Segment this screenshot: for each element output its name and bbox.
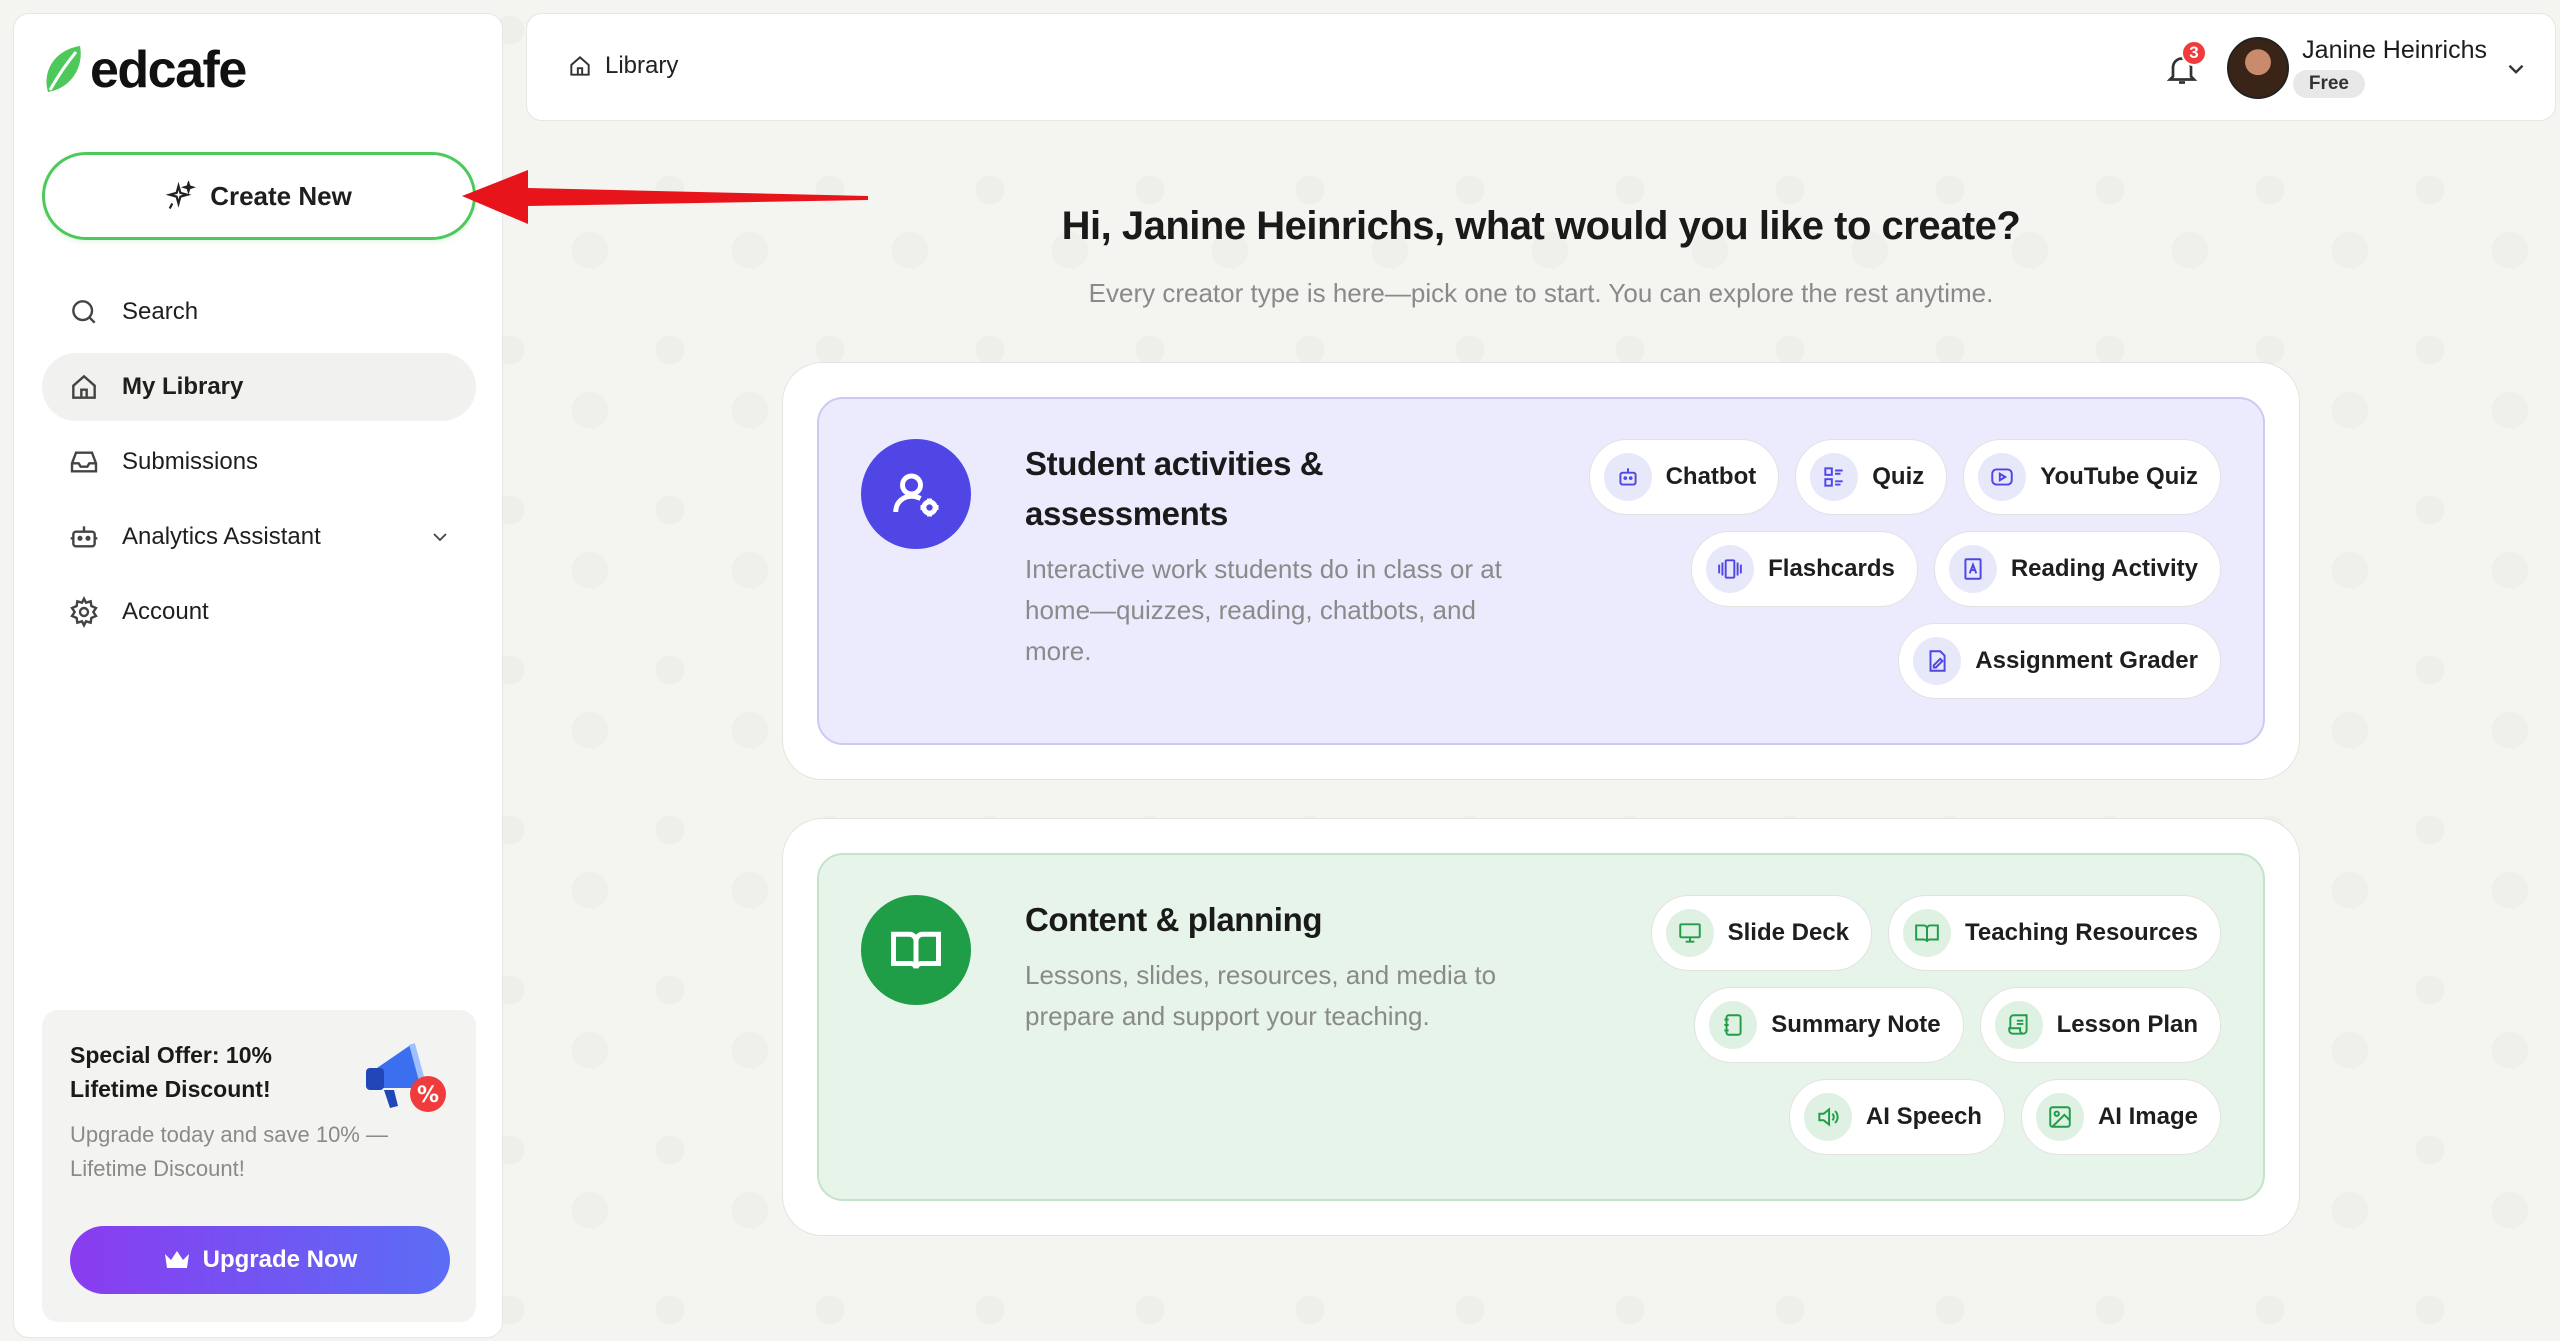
card-title: Content & planning bbox=[1025, 901, 1323, 938]
chevron-down-icon[interactable] bbox=[428, 525, 452, 549]
scroll-icon bbox=[2007, 1014, 2028, 1035]
breadcrumb[interactable]: Library bbox=[567, 52, 678, 80]
sidebar-item-label: My Library bbox=[122, 373, 244, 400]
create-new-button[interactable]: Create New bbox=[42, 152, 476, 240]
search-icon bbox=[72, 300, 96, 324]
home-icon bbox=[72, 374, 96, 399]
sidebar-item-search[interactable]: Search bbox=[42, 278, 476, 346]
open-book-icon bbox=[861, 895, 971, 1005]
chip-label: Summary Note bbox=[1771, 1011, 1941, 1038]
sidebar-nav: Search My Library Submissions Analytics … bbox=[42, 278, 476, 653]
user-name: Janine Heinrichs bbox=[2302, 36, 2487, 64]
summary-note-chip[interactable]: Summary Note bbox=[1694, 987, 1964, 1063]
sidebar-item-label: Submissions bbox=[122, 448, 259, 475]
inbox-icon bbox=[70, 451, 98, 473]
cards-icon bbox=[1718, 559, 1742, 579]
chip-group: Slide Deck Teaching Resources Summary No… bbox=[1501, 895, 2221, 1155]
video-play-icon bbox=[1991, 468, 2013, 486]
assignment-grader-chip[interactable]: Assignment Grader bbox=[1898, 623, 2221, 699]
breadcrumb-label: Library bbox=[605, 52, 679, 79]
ai-image-chip[interactable]: AI Image bbox=[2020, 1079, 2221, 1155]
chip-label: Slide Deck bbox=[1727, 919, 1850, 946]
notifications-button[interactable]: 3 bbox=[2157, 40, 2207, 94]
home-icon bbox=[570, 56, 590, 76]
notification-count-badge: 3 bbox=[2181, 40, 2207, 66]
sidebar-item-label: Search bbox=[122, 298, 199, 325]
card-title: Student activities & assessments bbox=[1025, 445, 1324, 532]
chip-label: Assignment Grader bbox=[1975, 647, 2198, 674]
sidebar: edcafe Create New Search My Library Subm… bbox=[13, 13, 503, 1338]
robot-icon bbox=[1619, 468, 1637, 486]
image-icon bbox=[2049, 1106, 2071, 1128]
chip-group: Chatbot Quiz YouTube Quiz Flashcards Rea… bbox=[1501, 439, 2221, 699]
promo-title: Special Offer: 10% Lifetime Discount! bbox=[70, 1042, 272, 1102]
chip-label: AI Image bbox=[2097, 1103, 2198, 1130]
upgrade-now-label: Upgrade Now bbox=[202, 1246, 358, 1273]
upgrade-now-button[interactable]: Upgrade Now bbox=[70, 1226, 450, 1294]
reading-activity-chip[interactable]: Reading Activity bbox=[1933, 531, 2221, 607]
presentation-icon bbox=[1678, 923, 1701, 943]
avatar[interactable] bbox=[2227, 37, 2289, 99]
sparkle-icon bbox=[166, 181, 197, 210]
sidebar-item-account[interactable]: Account bbox=[42, 578, 476, 646]
user-gear-icon bbox=[861, 439, 971, 549]
gear-icon bbox=[70, 596, 98, 628]
ai-speech-chip[interactable]: AI Speech bbox=[1788, 1079, 2005, 1155]
promo-card: Special Offer: 10% Lifetime Discount! Up… bbox=[42, 1010, 476, 1322]
lesson-plan-chip[interactable]: Lesson Plan bbox=[1979, 987, 2221, 1063]
content-planning-panel: Content & planning Lessons, slides, reso… bbox=[817, 853, 2265, 1201]
slide-deck-chip[interactable]: Slide Deck bbox=[1650, 895, 1873, 971]
list-checks-icon bbox=[1824, 467, 1843, 487]
top-bar: Library 3 Janine Heinrichs Free bbox=[526, 13, 2556, 121]
speaker-icon bbox=[1818, 1107, 1839, 1127]
chevron-down-icon[interactable] bbox=[2503, 56, 2529, 82]
student-activities-card: Student activities & assessments Interac… bbox=[782, 362, 2300, 780]
student-activities-panel: Student activities & assessments Interac… bbox=[817, 397, 2265, 745]
chip-label: AI Speech bbox=[1865, 1103, 1982, 1130]
annotation-arrow-icon bbox=[462, 170, 868, 224]
create-new-label: Create New bbox=[210, 180, 352, 211]
youtube-quiz-chip[interactable]: YouTube Quiz bbox=[1963, 439, 2221, 515]
logo[interactable]: edcafe bbox=[40, 40, 247, 100]
card-description: Interactive work students do in class or… bbox=[1025, 554, 1502, 666]
chip-label: Flashcards bbox=[1768, 555, 1895, 582]
megaphone-icon: % bbox=[366, 1043, 446, 1112]
plan-badge: Free bbox=[2292, 70, 2365, 98]
robot-icon bbox=[70, 526, 98, 548]
leaf-logo-icon bbox=[46, 46, 81, 92]
chip-label: YouTube Quiz bbox=[2040, 463, 2198, 490]
flashcards-chip[interactable]: Flashcards bbox=[1691, 531, 1918, 607]
sidebar-item-label: Analytics Assistant bbox=[122, 523, 321, 550]
teaching-resources-chip[interactable]: Teaching Resources bbox=[1888, 895, 2221, 971]
notebook-icon bbox=[1724, 1014, 1742, 1036]
chip-label: Reading Activity bbox=[2010, 555, 2198, 582]
promo-description: Upgrade today and save 10% — Lifetime Di… bbox=[70, 1122, 388, 1181]
edit-document-icon bbox=[1929, 650, 1946, 672]
chip-label: Teaching Resources bbox=[1965, 919, 2198, 946]
book-icon bbox=[1915, 924, 1939, 943]
sidebar-item-my-library[interactable]: My Library bbox=[42, 353, 476, 421]
document-letter-icon bbox=[1964, 558, 1982, 580]
chip-label: Chatbot bbox=[1665, 463, 1757, 490]
chatbot-chip[interactable]: Chatbot bbox=[1588, 439, 1780, 515]
content-planning-card: Content & planning Lessons, slides, reso… bbox=[782, 818, 2300, 1236]
chip-label: Lesson Plan bbox=[2056, 1011, 2198, 1038]
svg-text:%: % bbox=[417, 1083, 439, 1108]
sidebar-item-analytics-assistant[interactable]: Analytics Assistant bbox=[42, 503, 476, 571]
card-description: Lessons, slides, resources, and media to… bbox=[1025, 960, 1497, 1031]
logo-text: edcafe bbox=[90, 41, 247, 99]
crown-icon bbox=[164, 1251, 189, 1268]
chip-label: Quiz bbox=[1872, 463, 1925, 490]
sidebar-item-label: Account bbox=[122, 598, 209, 625]
page-subtitle: Every creator type is here—pick one to s… bbox=[1088, 278, 1994, 308]
sidebar-item-submissions[interactable]: Submissions bbox=[42, 428, 476, 496]
quiz-chip[interactable]: Quiz bbox=[1795, 439, 1948, 515]
